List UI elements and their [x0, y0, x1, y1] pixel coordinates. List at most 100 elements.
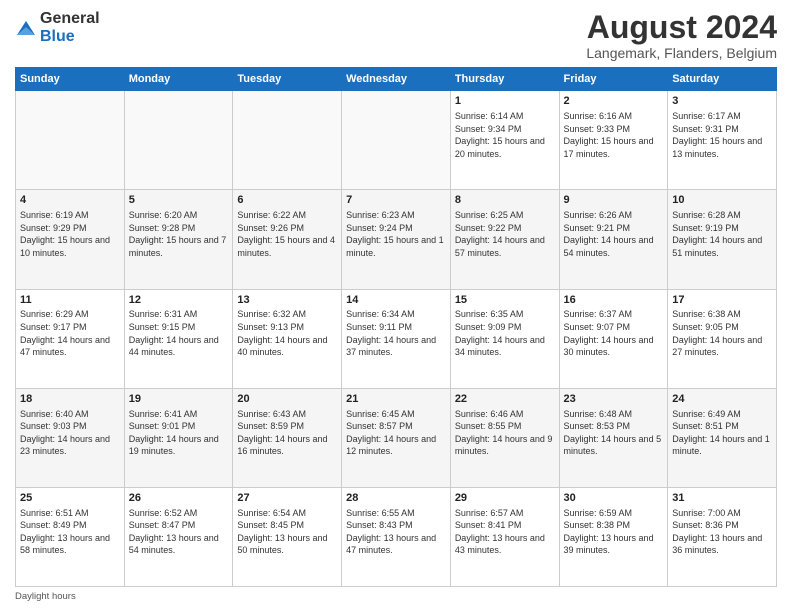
calendar-cell-3-2: 20Sunrise: 6:43 AMSunset: 8:59 PMDayligh… — [233, 388, 342, 487]
calendar-header-row: SundayMondayTuesdayWednesdayThursdayFrid… — [16, 68, 777, 91]
cell-info: Sunrise: 6:37 AMSunset: 9:07 PMDaylight:… — [564, 308, 664, 358]
cell-info: Sunrise: 6:52 AMSunset: 8:47 PMDaylight:… — [129, 507, 229, 557]
cell-info: Sunrise: 6:51 AMSunset: 8:49 PMDaylight:… — [20, 507, 120, 557]
logo: General Blue — [15, 10, 100, 46]
main-title: August 2024 — [586, 10, 777, 45]
calendar-cell-4-6: 31Sunrise: 7:00 AMSunset: 8:36 PMDayligh… — [668, 487, 777, 586]
cell-info: Sunrise: 6:25 AMSunset: 9:22 PMDaylight:… — [455, 209, 555, 259]
cell-day-number: 8 — [455, 193, 555, 208]
calendar-cell-1-6: 10Sunrise: 6:28 AMSunset: 9:19 PMDayligh… — [668, 190, 777, 289]
calendar-header-wednesday: Wednesday — [342, 68, 451, 91]
cell-info: Sunrise: 7:00 AMSunset: 8:36 PMDaylight:… — [672, 507, 772, 557]
logo-general: General — [40, 10, 100, 27]
cell-info: Sunrise: 6:35 AMSunset: 9:09 PMDaylight:… — [455, 308, 555, 358]
calendar-cell-1-3: 7Sunrise: 6:23 AMSunset: 9:24 PMDaylight… — [342, 190, 451, 289]
calendar-week-4: 25Sunrise: 6:51 AMSunset: 8:49 PMDayligh… — [16, 487, 777, 586]
logo-blue: Blue — [40, 28, 75, 45]
calendar-week-1: 4Sunrise: 6:19 AMSunset: 9:29 PMDaylight… — [16, 190, 777, 289]
cell-info: Sunrise: 6:45 AMSunset: 8:57 PMDaylight:… — [346, 408, 446, 458]
calendar-cell-2-6: 17Sunrise: 6:38 AMSunset: 9:05 PMDayligh… — [668, 289, 777, 388]
footer-note: Daylight hours — [15, 591, 777, 602]
subtitle: Langemark, Flanders, Belgium — [586, 45, 777, 61]
calendar-cell-4-5: 30Sunrise: 6:59 AMSunset: 8:38 PMDayligh… — [559, 487, 668, 586]
cell-info: Sunrise: 6:40 AMSunset: 9:03 PMDaylight:… — [20, 408, 120, 458]
cell-info: Sunrise: 6:49 AMSunset: 8:51 PMDaylight:… — [672, 408, 772, 458]
cell-info: Sunrise: 6:46 AMSunset: 8:55 PMDaylight:… — [455, 408, 555, 458]
cell-day-number: 7 — [346, 193, 446, 208]
cell-day-number: 6 — [237, 193, 337, 208]
cell-day-number: 26 — [129, 491, 229, 506]
calendar-cell-2-2: 13Sunrise: 6:32 AMSunset: 9:13 PMDayligh… — [233, 289, 342, 388]
calendar-cell-0-4: 1Sunrise: 6:14 AMSunset: 9:34 PMDaylight… — [450, 91, 559, 190]
header: General Blue August 2024 Langemark, Flan… — [15, 10, 777, 61]
title-block: August 2024 Langemark, Flanders, Belgium — [586, 10, 777, 61]
calendar-cell-0-6: 3Sunrise: 6:17 AMSunset: 9:31 PMDaylight… — [668, 91, 777, 190]
calendar-cell-3-0: 18Sunrise: 6:40 AMSunset: 9:03 PMDayligh… — [16, 388, 125, 487]
cell-info: Sunrise: 6:32 AMSunset: 9:13 PMDaylight:… — [237, 308, 337, 358]
calendar-cell-0-2 — [233, 91, 342, 190]
cell-info: Sunrise: 6:48 AMSunset: 8:53 PMDaylight:… — [564, 408, 664, 458]
cell-day-number: 2 — [564, 94, 664, 109]
calendar-cell-0-1 — [124, 91, 233, 190]
calendar-cell-1-0: 4Sunrise: 6:19 AMSunset: 9:29 PMDaylight… — [16, 190, 125, 289]
cell-day-number: 16 — [564, 293, 664, 308]
calendar-cell-2-5: 16Sunrise: 6:37 AMSunset: 9:07 PMDayligh… — [559, 289, 668, 388]
cell-day-number: 9 — [564, 193, 664, 208]
cell-info: Sunrise: 6:41 AMSunset: 9:01 PMDaylight:… — [129, 408, 229, 458]
calendar-cell-3-5: 23Sunrise: 6:48 AMSunset: 8:53 PMDayligh… — [559, 388, 668, 487]
cell-info: Sunrise: 6:28 AMSunset: 9:19 PMDaylight:… — [672, 209, 772, 259]
calendar-week-0: 1Sunrise: 6:14 AMSunset: 9:34 PMDaylight… — [16, 91, 777, 190]
cell-info: Sunrise: 6:14 AMSunset: 9:34 PMDaylight:… — [455, 110, 555, 160]
cell-day-number: 10 — [672, 193, 772, 208]
calendar-cell-2-3: 14Sunrise: 6:34 AMSunset: 9:11 PMDayligh… — [342, 289, 451, 388]
cell-info: Sunrise: 6:20 AMSunset: 9:28 PMDaylight:… — [129, 209, 229, 259]
calendar-header-sunday: Sunday — [16, 68, 125, 91]
cell-day-number: 27 — [237, 491, 337, 506]
calendar-cell-1-5: 9Sunrise: 6:26 AMSunset: 9:21 PMDaylight… — [559, 190, 668, 289]
cell-day-number: 24 — [672, 392, 772, 407]
cell-day-number: 25 — [20, 491, 120, 506]
calendar-cell-4-4: 29Sunrise: 6:57 AMSunset: 8:41 PMDayligh… — [450, 487, 559, 586]
cell-day-number: 4 — [20, 193, 120, 208]
calendar-header-saturday: Saturday — [668, 68, 777, 91]
cell-info: Sunrise: 6:16 AMSunset: 9:33 PMDaylight:… — [564, 110, 664, 160]
cell-info: Sunrise: 6:23 AMSunset: 9:24 PMDaylight:… — [346, 209, 446, 259]
cell-day-number: 29 — [455, 491, 555, 506]
calendar-header-monday: Monday — [124, 68, 233, 91]
cell-day-number: 19 — [129, 392, 229, 407]
page: General Blue August 2024 Langemark, Flan… — [0, 0, 792, 612]
cell-day-number: 18 — [20, 392, 120, 407]
calendar-cell-1-4: 8Sunrise: 6:25 AMSunset: 9:22 PMDaylight… — [450, 190, 559, 289]
calendar-cell-3-1: 19Sunrise: 6:41 AMSunset: 9:01 PMDayligh… — [124, 388, 233, 487]
calendar-header-friday: Friday — [559, 68, 668, 91]
cell-day-number: 23 — [564, 392, 664, 407]
cell-day-number: 5 — [129, 193, 229, 208]
cell-day-number: 17 — [672, 293, 772, 308]
cell-info: Sunrise: 6:55 AMSunset: 8:43 PMDaylight:… — [346, 507, 446, 557]
calendar-cell-4-3: 28Sunrise: 6:55 AMSunset: 8:43 PMDayligh… — [342, 487, 451, 586]
cell-day-number: 21 — [346, 392, 446, 407]
calendar-cell-2-4: 15Sunrise: 6:35 AMSunset: 9:09 PMDayligh… — [450, 289, 559, 388]
cell-info: Sunrise: 6:57 AMSunset: 8:41 PMDaylight:… — [455, 507, 555, 557]
calendar-cell-1-2: 6Sunrise: 6:22 AMSunset: 9:26 PMDaylight… — [233, 190, 342, 289]
calendar-cell-3-4: 22Sunrise: 6:46 AMSunset: 8:55 PMDayligh… — [450, 388, 559, 487]
cell-day-number: 1 — [455, 94, 555, 109]
calendar-cell-2-1: 12Sunrise: 6:31 AMSunset: 9:15 PMDayligh… — [124, 289, 233, 388]
cell-day-number: 28 — [346, 491, 446, 506]
cell-info: Sunrise: 6:59 AMSunset: 8:38 PMDaylight:… — [564, 507, 664, 557]
cell-day-number: 3 — [672, 94, 772, 109]
calendar-cell-4-2: 27Sunrise: 6:54 AMSunset: 8:45 PMDayligh… — [233, 487, 342, 586]
cell-info: Sunrise: 6:17 AMSunset: 9:31 PMDaylight:… — [672, 110, 772, 160]
cell-info: Sunrise: 6:38 AMSunset: 9:05 PMDaylight:… — [672, 308, 772, 358]
cell-day-number: 11 — [20, 293, 120, 308]
calendar-header-tuesday: Tuesday — [233, 68, 342, 91]
cell-info: Sunrise: 6:29 AMSunset: 9:17 PMDaylight:… — [20, 308, 120, 358]
cell-info: Sunrise: 6:34 AMSunset: 9:11 PMDaylight:… — [346, 308, 446, 358]
cell-info: Sunrise: 6:22 AMSunset: 9:26 PMDaylight:… — [237, 209, 337, 259]
cell-day-number: 20 — [237, 392, 337, 407]
calendar-week-2: 11Sunrise: 6:29 AMSunset: 9:17 PMDayligh… — [16, 289, 777, 388]
calendar-cell-2-0: 11Sunrise: 6:29 AMSunset: 9:17 PMDayligh… — [16, 289, 125, 388]
cell-day-number: 30 — [564, 491, 664, 506]
cell-day-number: 14 — [346, 293, 446, 308]
cell-info: Sunrise: 6:43 AMSunset: 8:59 PMDaylight:… — [237, 408, 337, 458]
